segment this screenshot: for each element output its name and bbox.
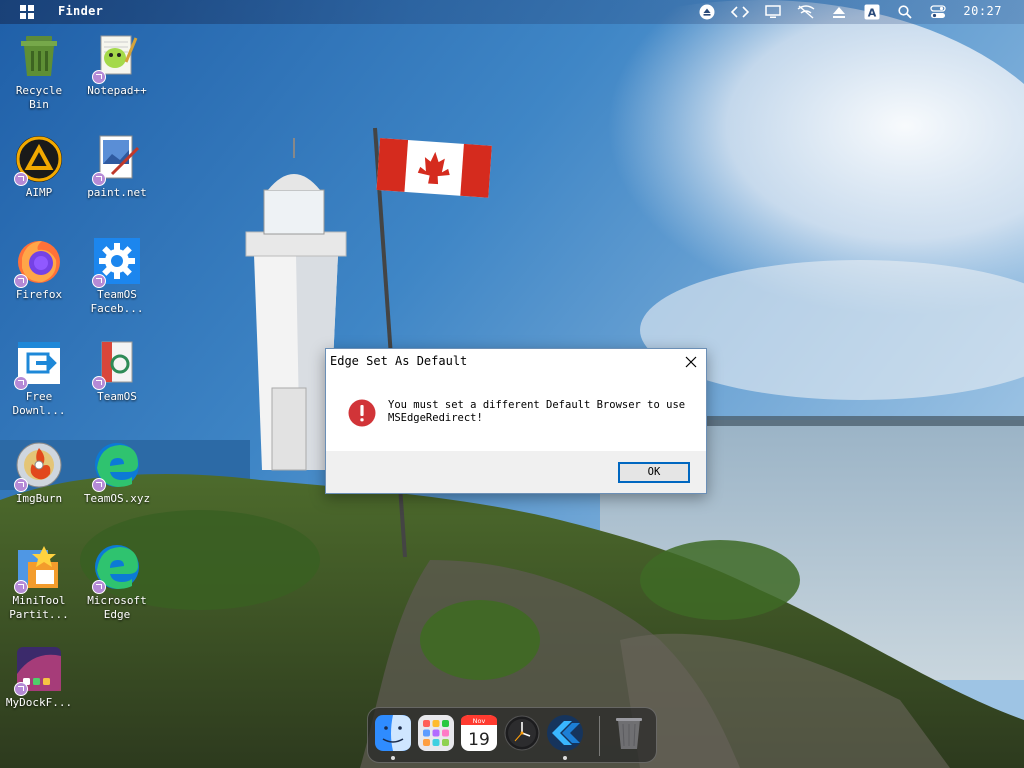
shortcut-arrow-icon: [92, 478, 106, 492]
ok-button[interactable]: OK: [618, 462, 690, 483]
upload-icon[interactable]: [830, 3, 848, 21]
desktop-icon-aimp[interactable]: AIMP: [0, 134, 78, 200]
desktop-icon-free-download[interactable]: Free Downl...: [0, 338, 78, 418]
trash-icon: [616, 718, 642, 749]
active-app-name[interactable]: Finder: [58, 4, 103, 18]
display-icon[interactable]: [764, 3, 782, 21]
edge-redirect-icon: [547, 715, 583, 751]
shortcut-arrow-icon: [92, 376, 106, 390]
desktop-icon-teamos-xyz[interactable]: TeamOS.xyz: [78, 440, 156, 506]
shortcut-arrow-icon: [92, 70, 106, 84]
dock-separator: [599, 716, 600, 756]
desktop-icon-firefox[interactable]: Firefox: [0, 236, 78, 302]
calendar-day: 19: [468, 730, 490, 750]
error-icon: [348, 399, 376, 427]
dock-item-launchpad[interactable]: [417, 714, 455, 754]
dock-item-trash[interactable]: [610, 714, 648, 754]
desktop-icon-label: TeamOS: [97, 390, 137, 403]
code-icon[interactable]: [731, 3, 749, 21]
desktop-icon-label: Free Downl...: [12, 390, 66, 417]
dock-item-edge-redirect[interactable]: [546, 714, 584, 760]
running-indicator: [563, 756, 567, 760]
shortcut-arrow-icon: [14, 580, 28, 594]
clock-icon: [504, 715, 540, 751]
shortcut-arrow-icon: [92, 172, 106, 186]
recycle-bin-icon: [21, 36, 57, 76]
svg-text:A: A: [868, 7, 877, 20]
dialog-message: You must set a different Default Browser…: [388, 399, 688, 425]
close-button[interactable]: [676, 349, 706, 375]
desktop-icon-imgburn[interactable]: ImgBurn: [0, 440, 78, 506]
desktop-icon-label: MyDockF...: [5, 696, 73, 709]
shortcut-arrow-icon: [14, 478, 28, 492]
finder-icon: [375, 715, 411, 751]
desktop-icon-label: Firefox: [15, 288, 63, 301]
error-dialog: Edge Set As Default You must set a diffe…: [325, 348, 707, 494]
calendar-icon: Nov 19: [461, 715, 497, 751]
desktop-icon-label: TeamOS.xyz: [83, 492, 151, 505]
windows-start-icon[interactable]: [20, 5, 34, 19]
desktop-icon-label: ImgBurn: [15, 492, 63, 505]
close-icon: [685, 356, 697, 368]
dialog-message-line1: You must set a different Default Browser…: [388, 399, 686, 411]
desktop-icon-label: Recycle Bin: [15, 84, 63, 111]
desktop-icon-minitool[interactable]: MiniTool Partit...: [0, 542, 78, 622]
desktop-icon-label: AIMP: [25, 186, 53, 199]
search-icon[interactable]: [896, 3, 914, 21]
shortcut-arrow-icon: [14, 172, 28, 186]
menu-bar: Finder A 20:27: [0, 0, 1024, 24]
desktop-icon-teamos[interactable]: TeamOS: [78, 338, 156, 404]
dialog-title: Edge Set As Default: [330, 354, 468, 368]
keyboard-a-icon[interactable]: A: [863, 3, 881, 21]
dock-item-finder[interactable]: [374, 714, 412, 760]
desktop-icon-label: TeamOS Faceb...: [90, 288, 144, 315]
control-center-icon[interactable]: [929, 3, 947, 21]
dialog-body: You must set a different Default Browser…: [326, 375, 706, 451]
shortcut-arrow-icon: [14, 682, 28, 696]
desktop-icon-microsoft-edge[interactable]: Microsoft Edge: [78, 542, 156, 622]
dock-item-clock[interactable]: [503, 714, 541, 754]
eject-icon[interactable]: [698, 3, 716, 21]
launchpad-icon: [418, 715, 454, 751]
desktop-icon-mydock[interactable]: MyDockF...: [0, 644, 78, 710]
dock-item-calendar[interactable]: Nov 19: [460, 714, 498, 754]
dialog-titlebar[interactable]: Edge Set As Default: [326, 349, 706, 375]
desktop-icon-notepadpp[interactable]: Notepad++: [78, 32, 156, 98]
dock: Nov 19: [367, 707, 657, 763]
desktop-icon-label: Notepad++: [87, 84, 147, 97]
network-off-icon[interactable]: [797, 3, 815, 21]
dialog-message-line2: MSEdgeRedirect!: [388, 412, 483, 424]
dialog-footer: OK: [326, 451, 706, 493]
desktop-icon-label: paint.net: [87, 186, 147, 199]
desktop-icon-paintnet[interactable]: paint.net: [78, 134, 156, 200]
shortcut-arrow-icon: [92, 580, 106, 594]
desktop-icon-label: MiniTool Partit...: [9, 594, 69, 621]
menubar-clock[interactable]: 20:27: [963, 4, 1002, 18]
desktop-icon-recycle-bin[interactable]: Recycle Bin: [0, 32, 78, 112]
shortcut-arrow-icon: [14, 376, 28, 390]
shortcut-arrow-icon: [14, 274, 28, 288]
desktop-icon-teamos-facebook[interactable]: TeamOS Faceb...: [78, 236, 156, 316]
shortcut-arrow-icon: [92, 274, 106, 288]
desktop-icon-label: Microsoft Edge: [87, 594, 147, 621]
running-indicator: [391, 756, 395, 760]
calendar-month: Nov: [473, 717, 486, 725]
